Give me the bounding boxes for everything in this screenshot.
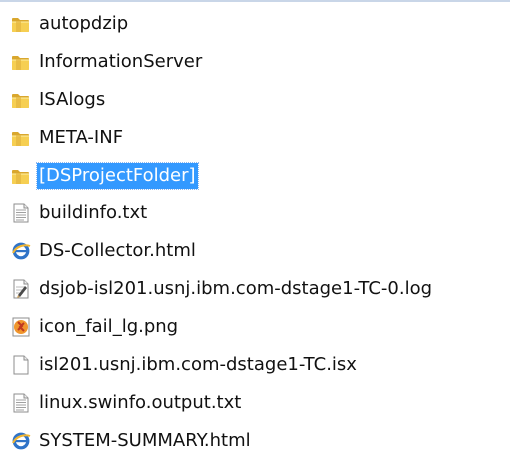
- text-file-icon: [10, 202, 32, 224]
- file-item[interactable]: autopdzip: [10, 5, 505, 43]
- folder-icon: [10, 89, 32, 111]
- html-file-icon: [10, 240, 32, 262]
- file-item[interactable]: buildinfo.txt: [10, 194, 505, 232]
- file-item[interactable]: META-INF: [10, 119, 505, 157]
- file-label: [DSProjectFolder]: [36, 161, 199, 190]
- file-label: DS-Collector.html: [39, 240, 196, 262]
- file-label: dsjob-isl201.usnj.ibm.com-dstage1-TC-0.l…: [39, 278, 433, 300]
- generic-file-icon: [10, 354, 32, 376]
- file-label: SYSTEM-SUMMARY.html: [39, 429, 251, 451]
- html-file-icon: [10, 430, 32, 452]
- file-item[interactable]: linux.swinfo.output.txt: [10, 384, 505, 422]
- file-label: InformationServer: [39, 50, 203, 72]
- folder-icon: [10, 51, 32, 73]
- file-item[interactable]: icon_fail_lg.png: [10, 308, 505, 346]
- file-list: autopdzip InformationServer ISAlogs META-IN…: [10, 5, 505, 460]
- file-label: isl201.usnj.ibm.com-dstage1-TC.isx: [39, 353, 357, 375]
- log-file-icon: [10, 278, 32, 300]
- file-label: linux.swinfo.output.txt: [39, 391, 242, 413]
- file-item[interactable]: ISAlogs: [10, 81, 505, 119]
- file-label: ISAlogs: [39, 88, 106, 110]
- file-label: icon_fail_lg.png: [39, 316, 179, 338]
- file-item[interactable]: isl201.usnj.ibm.com-dstage1-TC.isx: [10, 346, 505, 384]
- file-item[interactable]: dsjob-isl201.usnj.ibm.com-dstage1-TC-0.l…: [10, 270, 505, 308]
- folder-icon: [10, 165, 32, 187]
- text-file-icon: [10, 392, 32, 414]
- folder-icon: [10, 13, 32, 35]
- file-item[interactable]: InformationServer: [10, 43, 505, 81]
- file-label: autopdzip: [39, 12, 129, 34]
- file-item[interactable]: DS-Collector.html: [10, 232, 505, 270]
- top-border: [0, 0, 510, 2]
- file-item[interactable]: SYSTEM-SUMMARY.html: [10, 422, 505, 460]
- folder-icon: [10, 127, 32, 149]
- file-item[interactable]: [DSProjectFolder]: [10, 157, 505, 195]
- file-label: META-INF: [39, 126, 124, 148]
- file-label: buildinfo.txt: [39, 202, 148, 224]
- image-file-icon: [10, 316, 32, 338]
